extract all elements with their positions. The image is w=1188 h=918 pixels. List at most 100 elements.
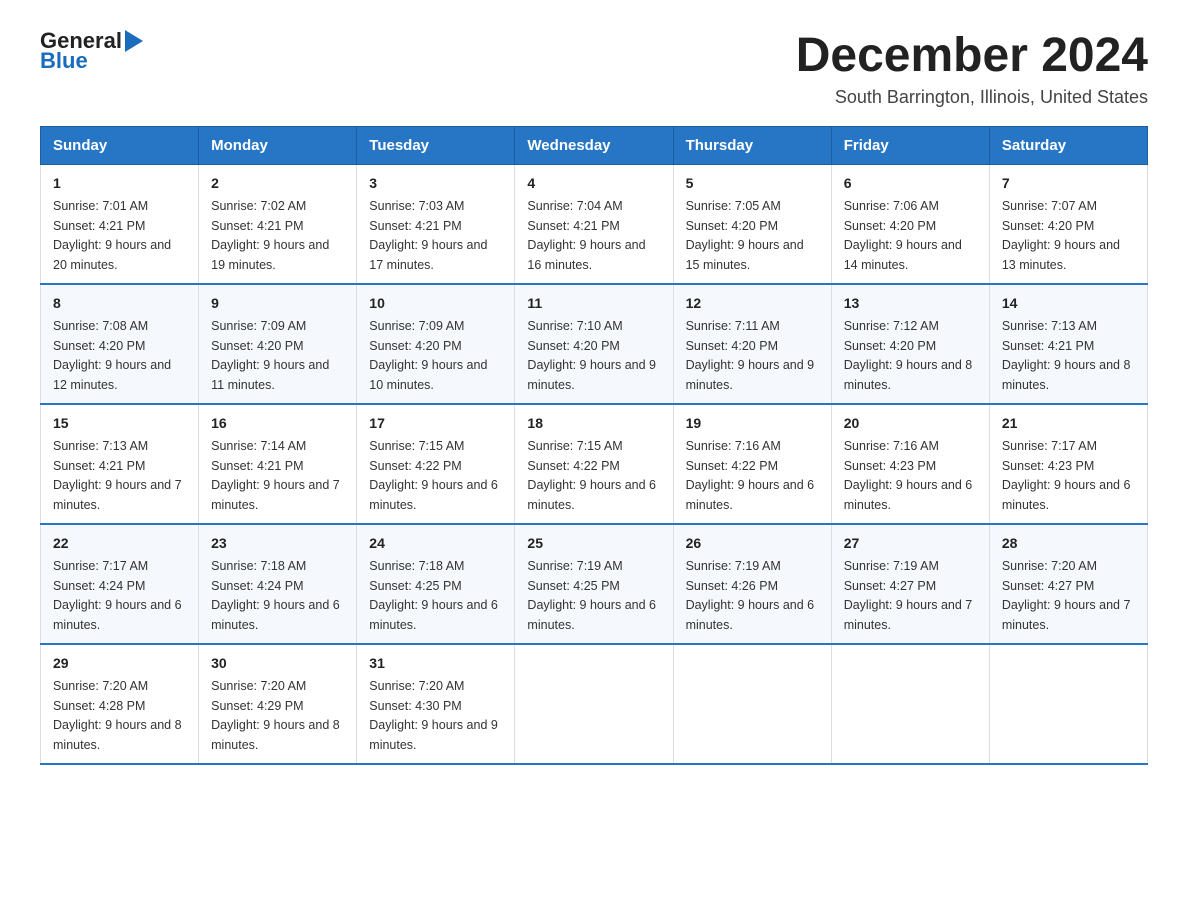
day-sunrise: Sunrise: 7:09 AM <box>211 319 306 333</box>
day-sunset: Sunset: 4:21 PM <box>1002 339 1094 353</box>
day-daylight: Daylight: 9 hours and 19 minutes. <box>211 238 329 272</box>
day-daylight: Daylight: 9 hours and 6 minutes. <box>844 478 973 512</box>
calendar-day-cell: 7 Sunrise: 7:07 AM Sunset: 4:20 PM Dayli… <box>989 164 1147 284</box>
day-sunrise: Sunrise: 7:20 AM <box>1002 559 1097 573</box>
logo-arrow-icon <box>125 30 143 52</box>
day-sunset: Sunset: 4:21 PM <box>211 219 303 233</box>
day-daylight: Daylight: 9 hours and 9 minutes. <box>369 718 498 752</box>
day-sunrise: Sunrise: 7:16 AM <box>686 439 781 453</box>
day-sunset: Sunset: 4:25 PM <box>369 579 461 593</box>
calendar-day-cell: 21 Sunrise: 7:17 AM Sunset: 4:23 PM Dayl… <box>989 404 1147 524</box>
calendar-day-cell: 16 Sunrise: 7:14 AM Sunset: 4:21 PM Dayl… <box>199 404 357 524</box>
day-number: 12 <box>686 293 819 314</box>
day-number: 3 <box>369 173 502 194</box>
calendar-day-cell: 30 Sunrise: 7:20 AM Sunset: 4:29 PM Dayl… <box>199 644 357 764</box>
day-number: 2 <box>211 173 344 194</box>
day-daylight: Daylight: 9 hours and 7 minutes. <box>1002 598 1131 632</box>
day-daylight: Daylight: 9 hours and 12 minutes. <box>53 358 171 392</box>
day-number: 26 <box>686 533 819 554</box>
day-daylight: Daylight: 9 hours and 10 minutes. <box>369 358 487 392</box>
day-daylight: Daylight: 9 hours and 7 minutes. <box>211 478 340 512</box>
day-number: 1 <box>53 173 186 194</box>
day-daylight: Daylight: 9 hours and 15 minutes. <box>686 238 804 272</box>
weekday-header: Thursday <box>673 126 831 164</box>
day-sunrise: Sunrise: 7:08 AM <box>53 319 148 333</box>
day-number: 18 <box>527 413 660 434</box>
day-sunrise: Sunrise: 7:19 AM <box>527 559 622 573</box>
calendar-day-cell: 6 Sunrise: 7:06 AM Sunset: 4:20 PM Dayli… <box>831 164 989 284</box>
calendar-day-cell: 28 Sunrise: 7:20 AM Sunset: 4:27 PM Dayl… <box>989 524 1147 644</box>
day-number: 25 <box>527 533 660 554</box>
day-sunset: Sunset: 4:20 PM <box>686 339 778 353</box>
day-sunset: Sunset: 4:23 PM <box>844 459 936 473</box>
day-daylight: Daylight: 9 hours and 8 minutes. <box>1002 358 1131 392</box>
day-daylight: Daylight: 9 hours and 16 minutes. <box>527 238 645 272</box>
calendar-day-cell: 9 Sunrise: 7:09 AM Sunset: 4:20 PM Dayli… <box>199 284 357 404</box>
calendar-day-cell <box>673 644 831 764</box>
logo-blue: Blue <box>40 50 143 72</box>
day-daylight: Daylight: 9 hours and 7 minutes. <box>53 478 182 512</box>
day-daylight: Daylight: 9 hours and 11 minutes. <box>211 358 329 392</box>
title-block: December 2024 South Barrington, Illinois… <box>796 30 1148 108</box>
day-sunset: Sunset: 4:20 PM <box>369 339 461 353</box>
calendar-day-cell: 29 Sunrise: 7:20 AM Sunset: 4:28 PM Dayl… <box>41 644 199 764</box>
day-number: 13 <box>844 293 977 314</box>
day-sunset: Sunset: 4:22 PM <box>686 459 778 473</box>
day-number: 23 <box>211 533 344 554</box>
weekday-header: Saturday <box>989 126 1147 164</box>
calendar-day-cell: 26 Sunrise: 7:19 AM Sunset: 4:26 PM Dayl… <box>673 524 831 644</box>
day-sunset: Sunset: 4:20 PM <box>211 339 303 353</box>
day-number: 19 <box>686 413 819 434</box>
day-sunrise: Sunrise: 7:19 AM <box>844 559 939 573</box>
calendar-day-cell: 11 Sunrise: 7:10 AM Sunset: 4:20 PM Dayl… <box>515 284 673 404</box>
day-number: 27 <box>844 533 977 554</box>
day-sunset: Sunset: 4:23 PM <box>1002 459 1094 473</box>
calendar-day-cell: 1 Sunrise: 7:01 AM Sunset: 4:21 PM Dayli… <box>41 164 199 284</box>
day-number: 15 <box>53 413 186 434</box>
day-number: 29 <box>53 653 186 674</box>
calendar-day-cell: 31 Sunrise: 7:20 AM Sunset: 4:30 PM Dayl… <box>357 644 515 764</box>
day-daylight: Daylight: 9 hours and 9 minutes. <box>527 358 656 392</box>
day-daylight: Daylight: 9 hours and 7 minutes. <box>844 598 973 632</box>
calendar-week-row: 8 Sunrise: 7:08 AM Sunset: 4:20 PM Dayli… <box>41 284 1148 404</box>
calendar-week-row: 29 Sunrise: 7:20 AM Sunset: 4:28 PM Dayl… <box>41 644 1148 764</box>
day-sunrise: Sunrise: 7:17 AM <box>1002 439 1097 453</box>
day-daylight: Daylight: 9 hours and 6 minutes. <box>527 598 656 632</box>
day-sunrise: Sunrise: 7:13 AM <box>53 439 148 453</box>
calendar-day-cell: 10 Sunrise: 7:09 AM Sunset: 4:20 PM Dayl… <box>357 284 515 404</box>
day-daylight: Daylight: 9 hours and 8 minutes. <box>211 718 340 752</box>
calendar-day-cell <box>989 644 1147 764</box>
calendar-day-cell <box>515 644 673 764</box>
day-sunset: Sunset: 4:21 PM <box>527 219 619 233</box>
day-sunrise: Sunrise: 7:15 AM <box>527 439 622 453</box>
day-sunset: Sunset: 4:20 PM <box>844 219 936 233</box>
day-sunrise: Sunrise: 7:19 AM <box>686 559 781 573</box>
day-sunrise: Sunrise: 7:16 AM <box>844 439 939 453</box>
calendar-day-cell: 18 Sunrise: 7:15 AM Sunset: 4:22 PM Dayl… <box>515 404 673 524</box>
calendar-day-cell: 14 Sunrise: 7:13 AM Sunset: 4:21 PM Dayl… <box>989 284 1147 404</box>
day-daylight: Daylight: 9 hours and 6 minutes. <box>53 598 182 632</box>
day-daylight: Daylight: 9 hours and 8 minutes. <box>844 358 973 392</box>
page-title: December 2024 <box>796 30 1148 83</box>
calendar-day-cell: 19 Sunrise: 7:16 AM Sunset: 4:22 PM Dayl… <box>673 404 831 524</box>
day-sunset: Sunset: 4:30 PM <box>369 699 461 713</box>
day-sunset: Sunset: 4:24 PM <box>211 579 303 593</box>
day-sunrise: Sunrise: 7:20 AM <box>211 679 306 693</box>
calendar-day-cell: 24 Sunrise: 7:18 AM Sunset: 4:25 PM Dayl… <box>357 524 515 644</box>
day-sunset: Sunset: 4:24 PM <box>53 579 145 593</box>
day-sunset: Sunset: 4:29 PM <box>211 699 303 713</box>
day-number: 21 <box>1002 413 1135 434</box>
day-sunrise: Sunrise: 7:06 AM <box>844 199 939 213</box>
day-number: 4 <box>527 173 660 194</box>
day-sunrise: Sunrise: 7:12 AM <box>844 319 939 333</box>
day-daylight: Daylight: 9 hours and 6 minutes. <box>686 478 815 512</box>
day-daylight: Daylight: 9 hours and 6 minutes. <box>1002 478 1131 512</box>
logo[interactable]: General Blue <box>40 30 143 72</box>
weekday-header: Tuesday <box>357 126 515 164</box>
calendar-day-cell: 3 Sunrise: 7:03 AM Sunset: 4:21 PM Dayli… <box>357 164 515 284</box>
calendar-day-cell: 22 Sunrise: 7:17 AM Sunset: 4:24 PM Dayl… <box>41 524 199 644</box>
day-sunrise: Sunrise: 7:18 AM <box>211 559 306 573</box>
day-sunset: Sunset: 4:21 PM <box>369 219 461 233</box>
day-sunset: Sunset: 4:20 PM <box>53 339 145 353</box>
calendar-day-cell: 17 Sunrise: 7:15 AM Sunset: 4:22 PM Dayl… <box>357 404 515 524</box>
